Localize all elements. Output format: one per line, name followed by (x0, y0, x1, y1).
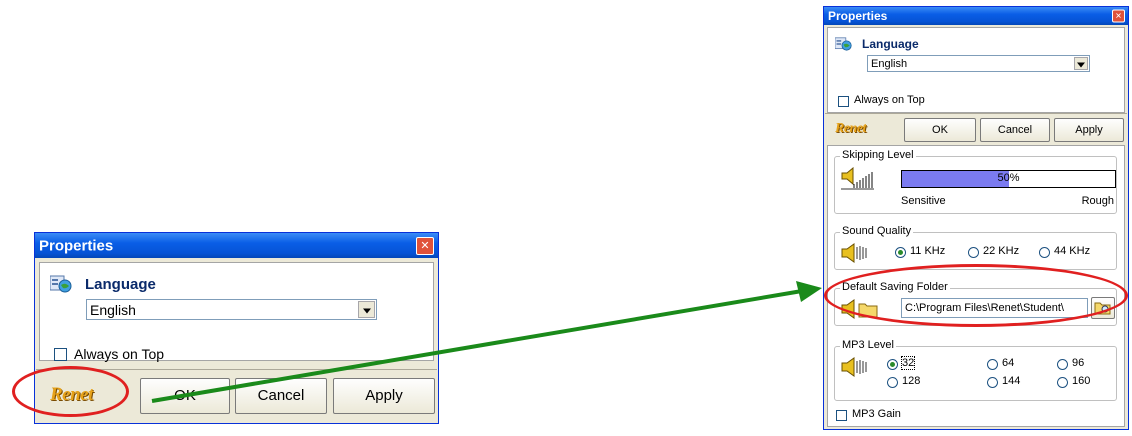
rough-label: Rough (1081, 195, 1114, 207)
large-language-value: English (871, 57, 908, 70)
radio-mp3-64[interactable] (987, 359, 998, 370)
radio-mp3-160[interactable] (1057, 377, 1068, 388)
radio-mp3-32-label: 32 (900, 356, 916, 370)
radio-11khz-label: 11 KHz (910, 245, 946, 257)
large-apply-button[interactable]: Apply (1054, 118, 1124, 142)
large-always-on-top-label: Always on Top (854, 94, 925, 106)
apply-button[interactable]: Apply (333, 378, 435, 414)
chevron-down-icon[interactable] (1074, 57, 1088, 70)
large-always-on-top-checkbox[interactable] (838, 96, 849, 107)
radio-mp3-144-label: 144 (1002, 375, 1021, 387)
large-close-icon: ✕ (1115, 11, 1122, 21)
radio-44khz-label: 44 KHz (1054, 245, 1091, 257)
large-cancel-label: Cancel (997, 124, 1033, 136)
mp3-gain-checkbox[interactable] (836, 410, 847, 421)
sound-quality-title: Sound Quality (840, 225, 914, 237)
large-settings-panel: Language English Always on Top (827, 27, 1125, 113)
small-window-title: Properties (39, 237, 114, 254)
cancel-button[interactable]: Cancel (235, 378, 327, 414)
globe-settings-icon (50, 275, 72, 293)
large-button-bar: Renet OK Cancel Apply (825, 113, 1127, 144)
large-properties-window: Properties ✕ Language English Always on … (823, 6, 1129, 430)
radio-11khz[interactable] (895, 247, 906, 258)
chevron-down-icon[interactable] (358, 301, 375, 318)
always-on-top-checkbox[interactable] (54, 348, 67, 361)
mp3-level-group: MP3 Level 32 64 96 128 144 160 (834, 339, 1117, 401)
large-language-select[interactable]: English (867, 55, 1090, 72)
close-icon: ✕ (420, 238, 430, 252)
large-apply-label: Apply (1075, 124, 1103, 136)
radio-mp3-64-label: 64 (1002, 357, 1015, 369)
small-settings-panel: Language English Always on Top (39, 262, 434, 362)
language-select-value: English (90, 301, 136, 318)
apply-button-label: Apply (365, 387, 403, 404)
radio-mp3-160-label: 160 (1072, 375, 1091, 387)
radio-mp3-128[interactable] (887, 377, 898, 388)
radio-mp3-96[interactable] (1057, 359, 1068, 370)
large-ok-label: OK (932, 124, 948, 136)
radio-mp3-128-label: 128 (902, 375, 921, 387)
radio-22khz-label: 22 KHz (983, 245, 1020, 257)
large-cancel-button[interactable]: Cancel (980, 118, 1050, 142)
cancel-button-label: Cancel (257, 387, 305, 404)
globe-settings-icon (835, 37, 852, 51)
radio-mp3-96-label: 96 (1072, 357, 1085, 369)
large-ok-button[interactable]: OK (904, 118, 976, 142)
annotation-ellipse-logo (12, 366, 129, 417)
small-titlebar[interactable]: Properties ✕ (35, 233, 438, 258)
annotation-ellipse-folder (824, 264, 1128, 327)
mp3-gain-label: MP3 Gain (852, 408, 901, 420)
large-close-button[interactable]: ✕ (1112, 9, 1125, 23)
large-language-label: Language (862, 37, 919, 51)
renet-logo: Renet (835, 121, 866, 136)
language-label: Language (85, 276, 156, 293)
mp3-level-title: MP3 Level (840, 339, 896, 351)
radio-22khz[interactable] (968, 247, 979, 258)
ok-button[interactable]: OK (140, 378, 230, 414)
skipping-level-bar[interactable]: 50% (901, 170, 1116, 188)
speaker-icon (841, 357, 867, 377)
skipping-level-title: Skipping Level (840, 149, 916, 161)
ok-button-label: OK (174, 387, 196, 404)
large-window-title: Properties (828, 9, 888, 23)
language-select[interactable]: English (86, 299, 377, 320)
large-titlebar[interactable]: Properties ✕ (824, 7, 1128, 25)
speaker-icon (841, 243, 867, 263)
radio-44khz[interactable] (1039, 247, 1050, 258)
radio-mp3-32[interactable] (887, 359, 898, 370)
close-button[interactable]: ✕ (416, 236, 434, 255)
sensitive-label: Sensitive (901, 195, 946, 207)
skipping-level-group: Skipping Level 50% Sensitive Rough (834, 149, 1117, 214)
always-on-top-label: Always on Top (74, 346, 165, 362)
radio-mp3-144[interactable] (987, 377, 998, 388)
sound-level-icon (841, 167, 874, 190)
skipping-level-percent: 50% (997, 172, 1020, 184)
